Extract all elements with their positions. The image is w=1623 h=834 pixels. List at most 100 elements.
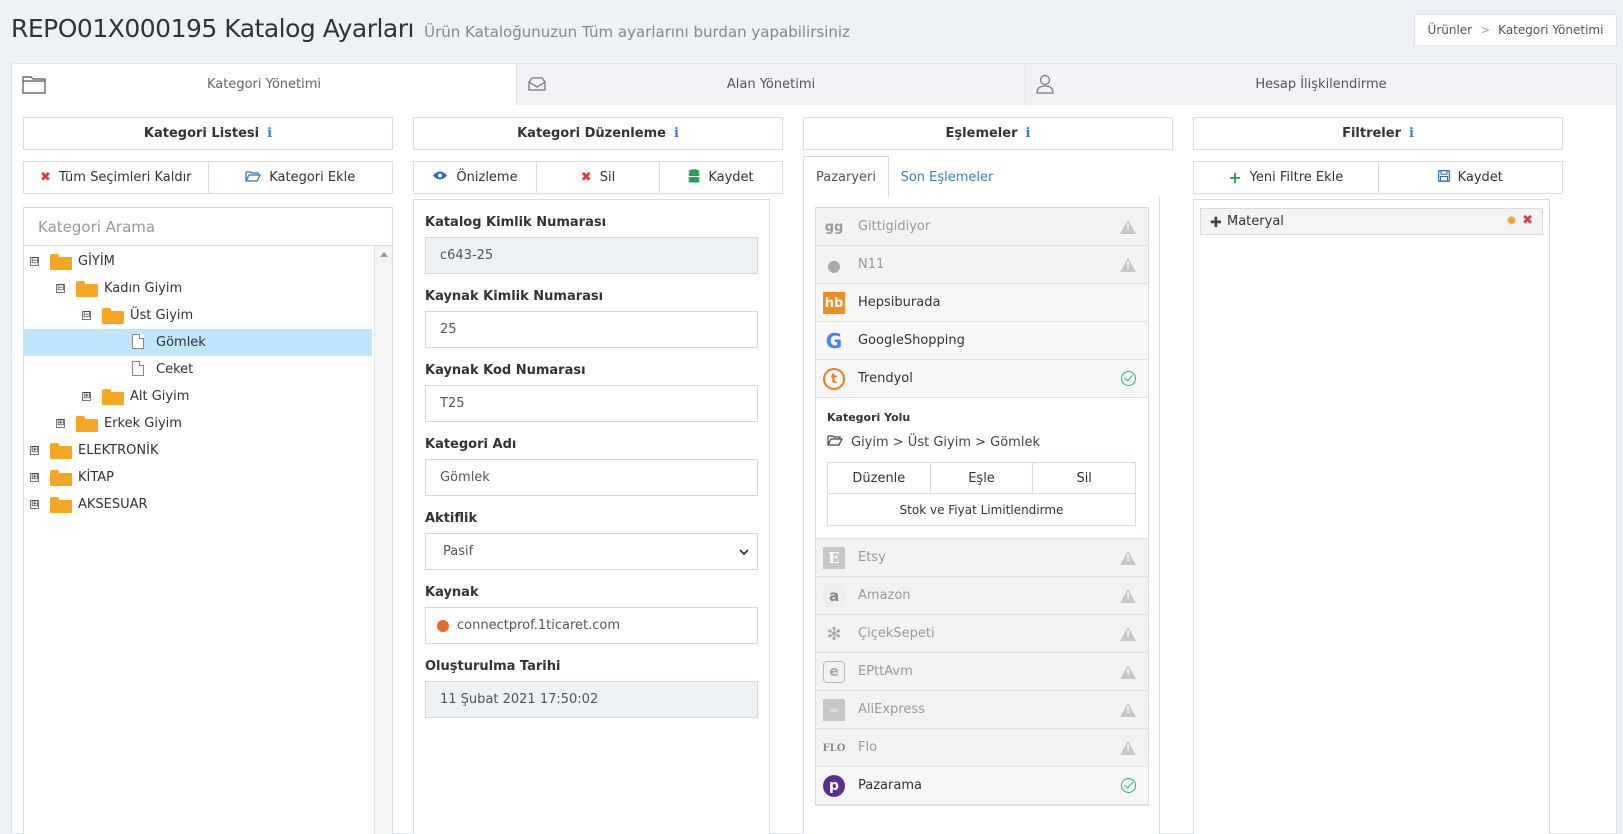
warning-icon [1120,258,1136,272]
tree-node-giyim[interactable]: ⊟ GİYİM [24,248,372,275]
marketplace-row-n11[interactable]: ● N11 [816,246,1148,284]
tab-category-management[interactable]: Kategori Yönetimi [11,63,517,106]
category-edit-actions: Önizleme ✖ Sil Kaydet [413,161,783,194]
expand-icon[interactable]: ⊞ [82,392,91,401]
info-icon[interactable]: i [1409,126,1414,141]
delete-mapping-button[interactable]: Sil [1033,463,1135,493]
category-edit-form: Katalog Kimlik Numarası c643-25 Kaynak K… [413,199,770,834]
x-icon: ✖ [39,170,51,185]
tab-account-linking[interactable]: Hesap İlişkilendirme [1026,63,1617,106]
active-select[interactable]: Pasif [425,533,758,570]
source-field: connectprof.1ticaret.com [425,607,758,644]
marketplace-name: Amazon [858,588,911,603]
save-label: Kaydet [708,170,754,185]
expand-icon[interactable]: ⊞ [30,446,39,455]
marketplace-row-epttavm[interactable]: e EPttAvm [816,653,1148,691]
mapping-actions-grid: Düzenle Eşle Sil Stok ve Fiyat Limitlend… [827,462,1136,526]
scroll-up-arrow-icon[interactable] [380,252,388,257]
eye-icon [432,170,448,185]
expand-icon[interactable]: ⊞ [30,473,39,482]
tree-node-ust-giyim[interactable]: ⊟ Üst Giyim [24,302,372,329]
tree-node-label: Gömlek [156,335,206,350]
map-button[interactable]: Eşle [931,463,1034,493]
preview-button[interactable]: Önizleme [414,162,537,193]
clear-selections-label: Tüm Seçimleri Kaldır [58,170,192,185]
tree-node-kitap[interactable]: ⊞ KİTAP [24,464,372,491]
tree-scrollbar[interactable] [374,246,392,834]
gear-icon[interactable]: ✹ [1506,214,1517,229]
add-filter-button[interactable]: + Yeni Filtre Ekle [1194,162,1379,193]
collapse-icon[interactable]: ⊟ [56,284,65,293]
tree-node-ceket[interactable]: Ceket [24,356,372,383]
tree-node-label: ELEKTRONİK [78,443,159,458]
close-icon[interactable]: ✖ [1522,213,1533,228]
collapse-icon[interactable]: ⊟ [82,311,91,320]
marketplace-row-pazarama[interactable]: p Pazarama [816,767,1148,805]
warning-icon [1120,551,1136,565]
page-title-main: REPO01X000195 Katalog Ayarları [11,14,414,43]
save-filters-button[interactable]: Kaydet [1378,162,1562,193]
expand-plus-icon[interactable]: ✚ [1210,215,1222,231]
category-edit-title: Kategori Düzenleme [517,126,666,141]
marketplace-row-flo[interactable]: FLO Flo [816,729,1148,767]
info-icon[interactable]: i [267,126,272,141]
folder-icon [76,416,98,432]
marketplace-name: AliExpress [858,702,925,717]
main-tabs: Kategori Yönetimi Alan Yönetimi Hesap İl… [11,63,1617,106]
collapse-icon[interactable]: ⊟ [30,257,39,266]
source-id-field[interactable]: 25 [425,311,758,348]
etsy-logo-icon: E [823,547,845,569]
marketplace-row-hepsiburada[interactable]: hb Hepsiburada [816,284,1148,322]
ciceksepeti-logo-icon: ✻ [826,623,842,645]
info-icon[interactable]: i [1026,126,1031,141]
tree-node-label: Kadın Giyim [104,281,183,296]
tree-node-erkek-giyim[interactable]: ⊞ Erkek Giyim [24,410,372,437]
source-code-field[interactable]: T25 [425,385,758,422]
source-code-label: Kaynak Kod Numarası [425,363,586,378]
created-date-label: Oluşturulma Tarihi [425,659,561,674]
expand-icon[interactable]: ⊞ [30,500,39,509]
edit-mapping-button[interactable]: Düzenle [828,463,931,493]
mappings-panel: gg Gittigidiyor ● N11 hb Hepsiburada G G… [803,197,1160,834]
trendyol-mapping-details: Kategori Yolu Giyim > Üst Giyim > Gömlek… [816,398,1148,539]
marketplace-row-trendyol[interactable]: t Trendyol [816,360,1148,398]
tree-node-alt-giyim[interactable]: ⊞ Alt Giyim [24,383,372,410]
filter-item-materyal[interactable]: ✚ Materyal ✹ ✖ [1200,208,1543,235]
tree-node-kadin-giyim[interactable]: ⊟ Kadın Giyim [24,275,372,302]
marketplace-row-gittigidiyor[interactable]: gg Gittigidiyor [816,208,1148,246]
breadcrumb-item-products[interactable]: Ürünler [1428,23,1473,37]
tree-node-gomlek[interactable]: Gömlek [24,329,372,356]
amazon-logo-icon: a [823,585,845,607]
tab-field-management[interactable]: Alan Yönetimi [517,63,1026,106]
breadcrumb: Ürünler > Kategori Yönetimi [1414,14,1617,46]
tab-recent-mappings[interactable]: Son Eşlemeler [899,156,995,198]
clear-selections-button[interactable]: ✖ Tüm Seçimleri Kaldır [24,162,209,193]
user-icon [1036,74,1054,98]
tree-node-elektronik[interactable]: ⊞ ELEKTRONİK [24,437,372,464]
folder-icon [76,281,98,297]
breadcrumb-item-category-management[interactable]: Kategori Yönetimi [1498,23,1603,37]
plus-icon: + [1228,168,1242,187]
tree-node-aksesuar[interactable]: ⊞ AKSESUAR [24,491,372,518]
info-icon[interactable]: i [674,126,679,141]
add-category-button[interactable]: Kategori Ekle [208,162,392,193]
tab-marketplace[interactable]: Pazaryeri [803,156,889,199]
tab-label: Hesap İlişkilendirme [1255,77,1387,92]
stock-price-limit-button[interactable]: Stok ve Fiyat Limitlendirme [828,494,1135,525]
save-button[interactable]: Kaydet [660,162,782,193]
page-title: REPO01X000195 Katalog Ayarları Ürün Kata… [11,14,850,43]
marketplace-row-ciceksepeti[interactable]: ✻ ÇiçekSepeti [816,615,1148,653]
marketplace-name: Hepsiburada [858,295,941,310]
category-search-input[interactable]: Kategori Arama [24,208,392,246]
marketplace-row-aliexpress[interactable]: ▬ AliExpress [816,691,1148,729]
category-name-field[interactable]: Gömlek [425,459,758,496]
marketplace-name: Trendyol [858,371,913,386]
delete-button[interactable]: ✖ Sil [537,162,660,193]
marketplace-row-etsy[interactable]: E Etsy [816,539,1148,577]
floppy-disk-icon [1437,169,1450,186]
marketplace-row-googleshopping[interactable]: G GoogleShopping [816,322,1148,360]
expand-icon[interactable]: ⊞ [56,419,65,428]
category-path-label: Kategori Yolu [827,411,911,424]
marketplace-row-amazon[interactable]: a Amazon [816,577,1148,615]
save-filters-label: Kaydet [1457,170,1503,185]
